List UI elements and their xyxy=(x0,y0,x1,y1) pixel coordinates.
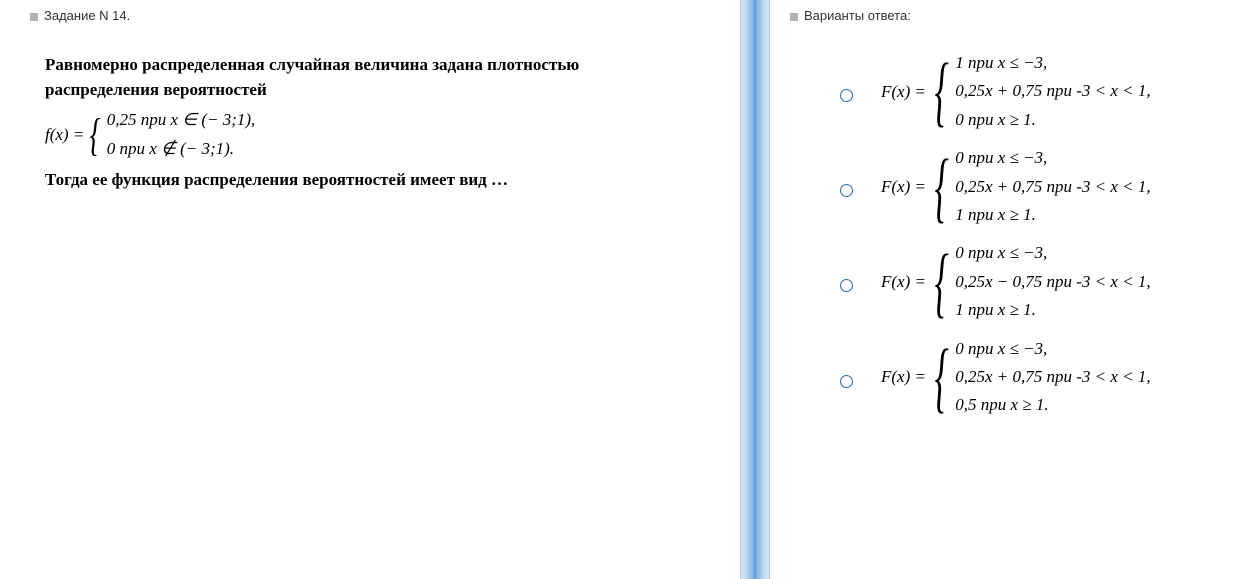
case-2: 0,25x + 0,75 при -3 < x < 1, xyxy=(955,177,1150,197)
question-line-2: распределения вероятностей xyxy=(45,78,720,103)
radio-button[interactable] xyxy=(840,184,853,197)
page-root: Задание N 14. Равномерно распределенная … xyxy=(0,0,1246,579)
question-line-3: Тогда ее функция распределения вероятнос… xyxy=(45,168,720,193)
formula-cases: 0,25 при x ∈ (− 3;1), 0 при x ∉ (− 3;1). xyxy=(107,108,256,161)
answers-list: F(x) = { 1 при x ≤ −3, 0,25x + 0,75 при … xyxy=(790,53,1236,416)
radio-button[interactable] xyxy=(840,89,853,102)
question-pane: Задание N 14. Равномерно распределенная … xyxy=(0,0,740,579)
answer-lhs: F(x) = xyxy=(881,367,926,387)
curly-brace-icon: { xyxy=(934,60,950,122)
answer-cases: 0 при x ≤ −3, 0,25x − 0,75 при -3 < x < … xyxy=(955,243,1150,320)
radio-button[interactable] xyxy=(840,279,853,292)
case-2: 0,25x + 0,75 при -3 < x < 1, xyxy=(955,367,1150,387)
pane-divider xyxy=(740,0,770,579)
case-3: 1 при x ≥ 1. xyxy=(955,300,1150,320)
curly-brace-icon: { xyxy=(934,346,950,408)
case-1: 1 при x ≤ −3, xyxy=(955,53,1150,73)
case-2: 0,25x + 0,75 при -3 < x < 1, xyxy=(955,81,1150,101)
question-line-1: Равномерно распределенная случайная вели… xyxy=(45,53,720,78)
case-1: 0 при x ≤ −3, xyxy=(955,148,1150,168)
curly-brace-icon: { xyxy=(934,251,950,313)
case-1: 0 при x ≤ −3, xyxy=(955,243,1150,263)
case-1: 0 при x ≤ −3, xyxy=(955,339,1150,359)
curly-brace-icon: { xyxy=(934,156,950,218)
answer-lhs: F(x) = xyxy=(881,82,926,102)
answer-lhs: F(x) = xyxy=(881,177,926,197)
case-3: 0 при x ≥ 1. xyxy=(955,110,1150,130)
answer-cases: 0 при x ≤ −3, 0,25x + 0,75 при -3 < x < … xyxy=(955,339,1150,416)
formula-lhs: f(x) = xyxy=(45,123,84,148)
answer-option-1[interactable]: F(x) = { 1 при x ≤ −3, 0,25x + 0,75 при … xyxy=(840,53,1236,130)
answer-option-4[interactable]: F(x) = { 0 при x ≤ −3, 0,25x + 0,75 при … xyxy=(840,339,1236,416)
answers-pane: Варианты ответа: F(x) = { 1 при x ≤ −3, … xyxy=(770,0,1246,579)
question-body: Равномерно распределенная случайная вели… xyxy=(30,53,720,192)
answer-formula: F(x) = { 1 при x ≤ −3, 0,25x + 0,75 при … xyxy=(881,53,1151,130)
answers-header: Варианты ответа: xyxy=(790,8,1236,23)
case-2: 0,25x − 0,75 при -3 < x < 1, xyxy=(955,272,1150,292)
formula-case-1: 0,25 при x ∈ (− 3;1), xyxy=(107,108,256,133)
case-3: 1 при x ≥ 1. xyxy=(955,205,1150,225)
formula-case-2: 0 при x ∉ (− 3;1). xyxy=(107,137,256,162)
answer-lhs: F(x) = xyxy=(881,272,926,292)
answer-formula: F(x) = { 0 при x ≤ −3, 0,25x + 0,75 при … xyxy=(881,339,1151,416)
answer-formula: F(x) = { 0 при x ≤ −3, 0,25x − 0,75 при … xyxy=(881,243,1151,320)
radio-button[interactable] xyxy=(840,375,853,388)
question-header: Задание N 14. xyxy=(30,8,720,23)
answer-formula: F(x) = { 0 при x ≤ −3, 0,25x + 0,75 при … xyxy=(881,148,1151,225)
answer-option-3[interactable]: F(x) = { 0 при x ≤ −3, 0,25x − 0,75 при … xyxy=(840,243,1236,320)
answers-header-text: Варианты ответа: xyxy=(804,8,911,23)
bullet-icon xyxy=(30,13,38,21)
answer-option-2[interactable]: F(x) = { 0 при x ≤ −3, 0,25x + 0,75 при … xyxy=(840,148,1236,225)
case-3: 0,5 при x ≥ 1. xyxy=(955,395,1150,415)
curly-brace-icon: { xyxy=(89,114,102,155)
answer-cases: 0 при x ≤ −3, 0,25x + 0,75 при -3 < x < … xyxy=(955,148,1150,225)
bullet-icon xyxy=(790,13,798,21)
question-header-text: Задание N 14. xyxy=(44,8,130,23)
density-formula: f(x) = { 0,25 при x ∈ (− 3;1), 0 при x ∉… xyxy=(45,108,720,161)
answer-cases: 1 при x ≤ −3, 0,25x + 0,75 при -3 < x < … xyxy=(955,53,1150,130)
